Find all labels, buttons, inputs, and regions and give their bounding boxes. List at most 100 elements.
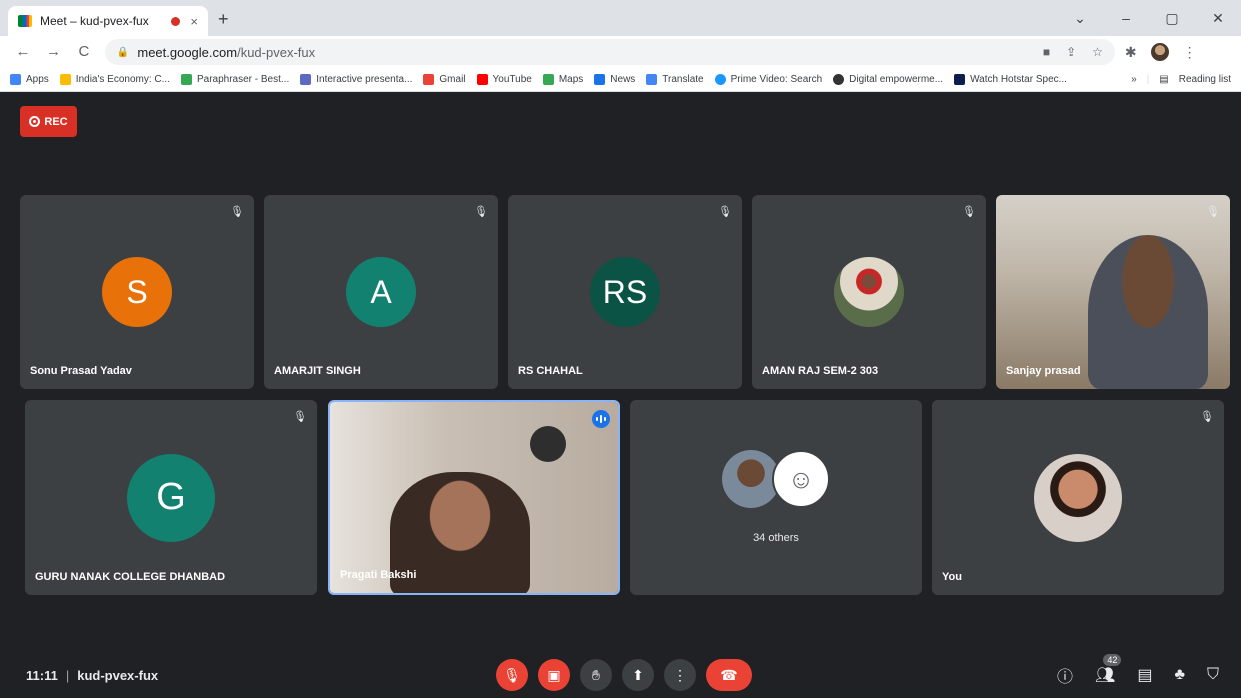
bookmark-favicon-icon [300, 74, 312, 85]
omnibox-actions: ■ ⇪ ☆ [1043, 45, 1103, 59]
address-bar[interactable]: 🔒 meet.google.com /kud-pvex-fux ■ ⇪ ☆ [104, 39, 1115, 65]
recording-dot-icon [171, 16, 181, 26]
chat-icon[interactable]: ▤ [1137, 665, 1152, 685]
bookmark-favicon-icon [954, 74, 966, 85]
mic-off-icon: 🎙︎ [962, 206, 976, 218]
reading-list-icon: ▤ [1159, 74, 1169, 85]
participant-name: Sanjay prasad [1006, 365, 1081, 377]
bookmark-item[interactable]: Digital empowerme... [833, 74, 943, 85]
profile-avatar[interactable] [1150, 43, 1169, 61]
recording-indicator[interactable]: REC [20, 106, 77, 137]
participant-tile[interactable]: 🎙︎ G GURU NANAK COLLEGE DHANBAD [25, 400, 317, 595]
meet-favicon-icon [18, 15, 32, 27]
bookmark-item[interactable]: Translate [646, 74, 704, 85]
meeting-info: 11:11 | kud-pvex-fux [26, 667, 159, 683]
speaking-indicator-icon [592, 410, 610, 428]
mic-off-icon: 🎙︎ [230, 206, 244, 218]
host-controls-icon[interactable]: ⛉ [1207, 666, 1219, 684]
participant-name: Sonu Prasad Yadav [30, 365, 132, 377]
meeting-code: kud-pvex-fux [77, 667, 159, 683]
reading-list-button[interactable]: Reading list [1179, 74, 1231, 85]
participant-name: AMAN RAJ SEM-2 303 [762, 365, 879, 377]
browser-tab[interactable]: Meet – kud-pvex-fux × [8, 6, 208, 36]
bookmark-label: News [610, 74, 636, 85]
bookmark-item[interactable]: Maps [542, 74, 583, 85]
bookmark-item[interactable]: News [594, 74, 635, 85]
toolbar-right: ✱ ⋮ [1125, 43, 1197, 61]
mic-toggle-button[interactable]: 🎙︎ [496, 659, 528, 691]
minimize-button[interactable]: – [1103, 10, 1149, 26]
lock-icon: 🔒 [116, 46, 130, 58]
record-icon [29, 116, 41, 127]
avatar: A [346, 257, 416, 327]
bookmark-item[interactable]: Watch Hotstar Spec... [954, 74, 1067, 85]
more-bookmarks-button[interactable]: » [1131, 74, 1137, 85]
bookmark-favicon-icon [594, 74, 606, 85]
bookmark-label: Watch Hotstar Spec... [970, 74, 1067, 85]
forward-button[interactable]: → [40, 43, 66, 60]
window-controls: ⌄ – ▢ ✕ [1057, 0, 1241, 36]
raise-hand-button[interactable]: ✋︎ [580, 659, 612, 691]
meet-stage: REC 🎙︎ S Sonu Prasad Yadav 🎙︎ A AMARJIT … [0, 92, 1241, 698]
camera-off-icon: ▣ [547, 666, 561, 683]
bookmark-label: Prime Video: Search [730, 74, 823, 85]
close-window-button[interactable]: ✕ [1195, 10, 1241, 27]
participant-name: AMARJIT SINGH [274, 365, 361, 377]
camera-toggle-button[interactable]: ▣ [538, 659, 570, 691]
bookmark-star-icon[interactable]: ☆ [1092, 45, 1103, 59]
bookmark-item[interactable]: Apps [10, 74, 49, 85]
avatar: RS [590, 257, 660, 327]
browser-toolbar: ← → C 🔒 meet.google.com /kud-pvex-fux ■ … [0, 36, 1241, 68]
people-icon: 👥︎ [1095, 667, 1116, 684]
participant-tile[interactable]: 🎙︎ RS RS CHAHAL [508, 195, 742, 389]
side-controls: ⓘ 👥︎ 42 ▤ ♣ ⛉ [1057, 654, 1219, 687]
mic-off-icon: 🎙︎ [718, 206, 732, 218]
mic-off-icon: 🎙︎ [293, 411, 307, 423]
active-speaker-tile[interactable]: Pragati Bakshi [328, 400, 620, 595]
nav-buttons: ← → C [10, 43, 97, 61]
tab-search-icon[interactable]: ⌄ [1057, 10, 1103, 27]
clock: 11:11 [26, 667, 58, 683]
participant-name: GURU NANAK COLLEGE DHANBAD [35, 571, 226, 583]
back-button[interactable]: ← [10, 43, 36, 60]
menu-icon[interactable]: ⋮ [1183, 44, 1197, 61]
share-icon[interactable]: ⇪ [1066, 45, 1076, 59]
new-tab-button[interactable]: + [218, 9, 229, 30]
bookmark-favicon-icon [59, 74, 71, 85]
present-button[interactable]: ⬆︎ [622, 659, 654, 691]
meeting-details-icon[interactable]: ⓘ [1057, 663, 1073, 687]
participant-tile[interactable]: 🎙︎ A AMARJIT SINGH [264, 195, 498, 389]
participant-tile[interactable]: 🎙︎ S Sonu Prasad Yadav [20, 195, 254, 389]
video-subject [1088, 235, 1208, 389]
bookmark-favicon-icon [423, 74, 435, 85]
leave-call-button[interactable]: ☎︎ [706, 659, 752, 691]
bookmark-item[interactable]: Interactive presenta... [300, 74, 412, 85]
activities-icon[interactable]: ♣ [1174, 666, 1185, 684]
participant-name: You [942, 571, 962, 583]
self-tile[interactable]: 🎙︎ You [932, 400, 1224, 595]
call-controls: 🎙︎ ▣ ✋︎ ⬆︎ ⋮ ☎︎ [496, 659, 752, 691]
rec-label: REC [44, 115, 68, 128]
reload-button[interactable]: C [71, 43, 97, 60]
participant-name: Pragati Bakshi [340, 569, 417, 581]
camera-indicator-icon[interactable]: ■ [1043, 45, 1050, 59]
participant-name: RS CHAHAL [518, 365, 583, 377]
bookmark-item[interactable]: YouTube [476, 74, 532, 85]
maximize-button[interactable]: ▢ [1149, 10, 1195, 27]
bookmark-item[interactable]: Paraphraser - Best... [180, 74, 289, 85]
bookmark-item[interactable]: Gmail [423, 74, 466, 85]
tab-close-icon[interactable]: × [190, 14, 198, 29]
people-button[interactable]: 👥︎ 42 [1095, 654, 1122, 685]
participant-video-tile[interactable]: 🎙︎ Sanjay prasad [996, 195, 1230, 389]
avatar: S [102, 257, 172, 327]
bookmark-item[interactable]: India's Economy: C... [59, 74, 170, 85]
bookmark-label: Digital empowerme... [849, 74, 944, 85]
participant-tile[interactable]: 🎙︎ AMAN RAJ SEM-2 303 [752, 195, 986, 389]
avatar [834, 257, 904, 327]
bookmark-item[interactable]: Prime Video: Search [714, 74, 823, 85]
others-tile[interactable]: ☺ 34 others [630, 400, 922, 595]
more-options-button[interactable]: ⋮ [664, 659, 696, 691]
bookmark-favicon-icon [646, 74, 658, 85]
extensions-icon[interactable]: ✱ [1125, 44, 1137, 61]
mic-off-icon: 🎙︎ [503, 666, 521, 683]
